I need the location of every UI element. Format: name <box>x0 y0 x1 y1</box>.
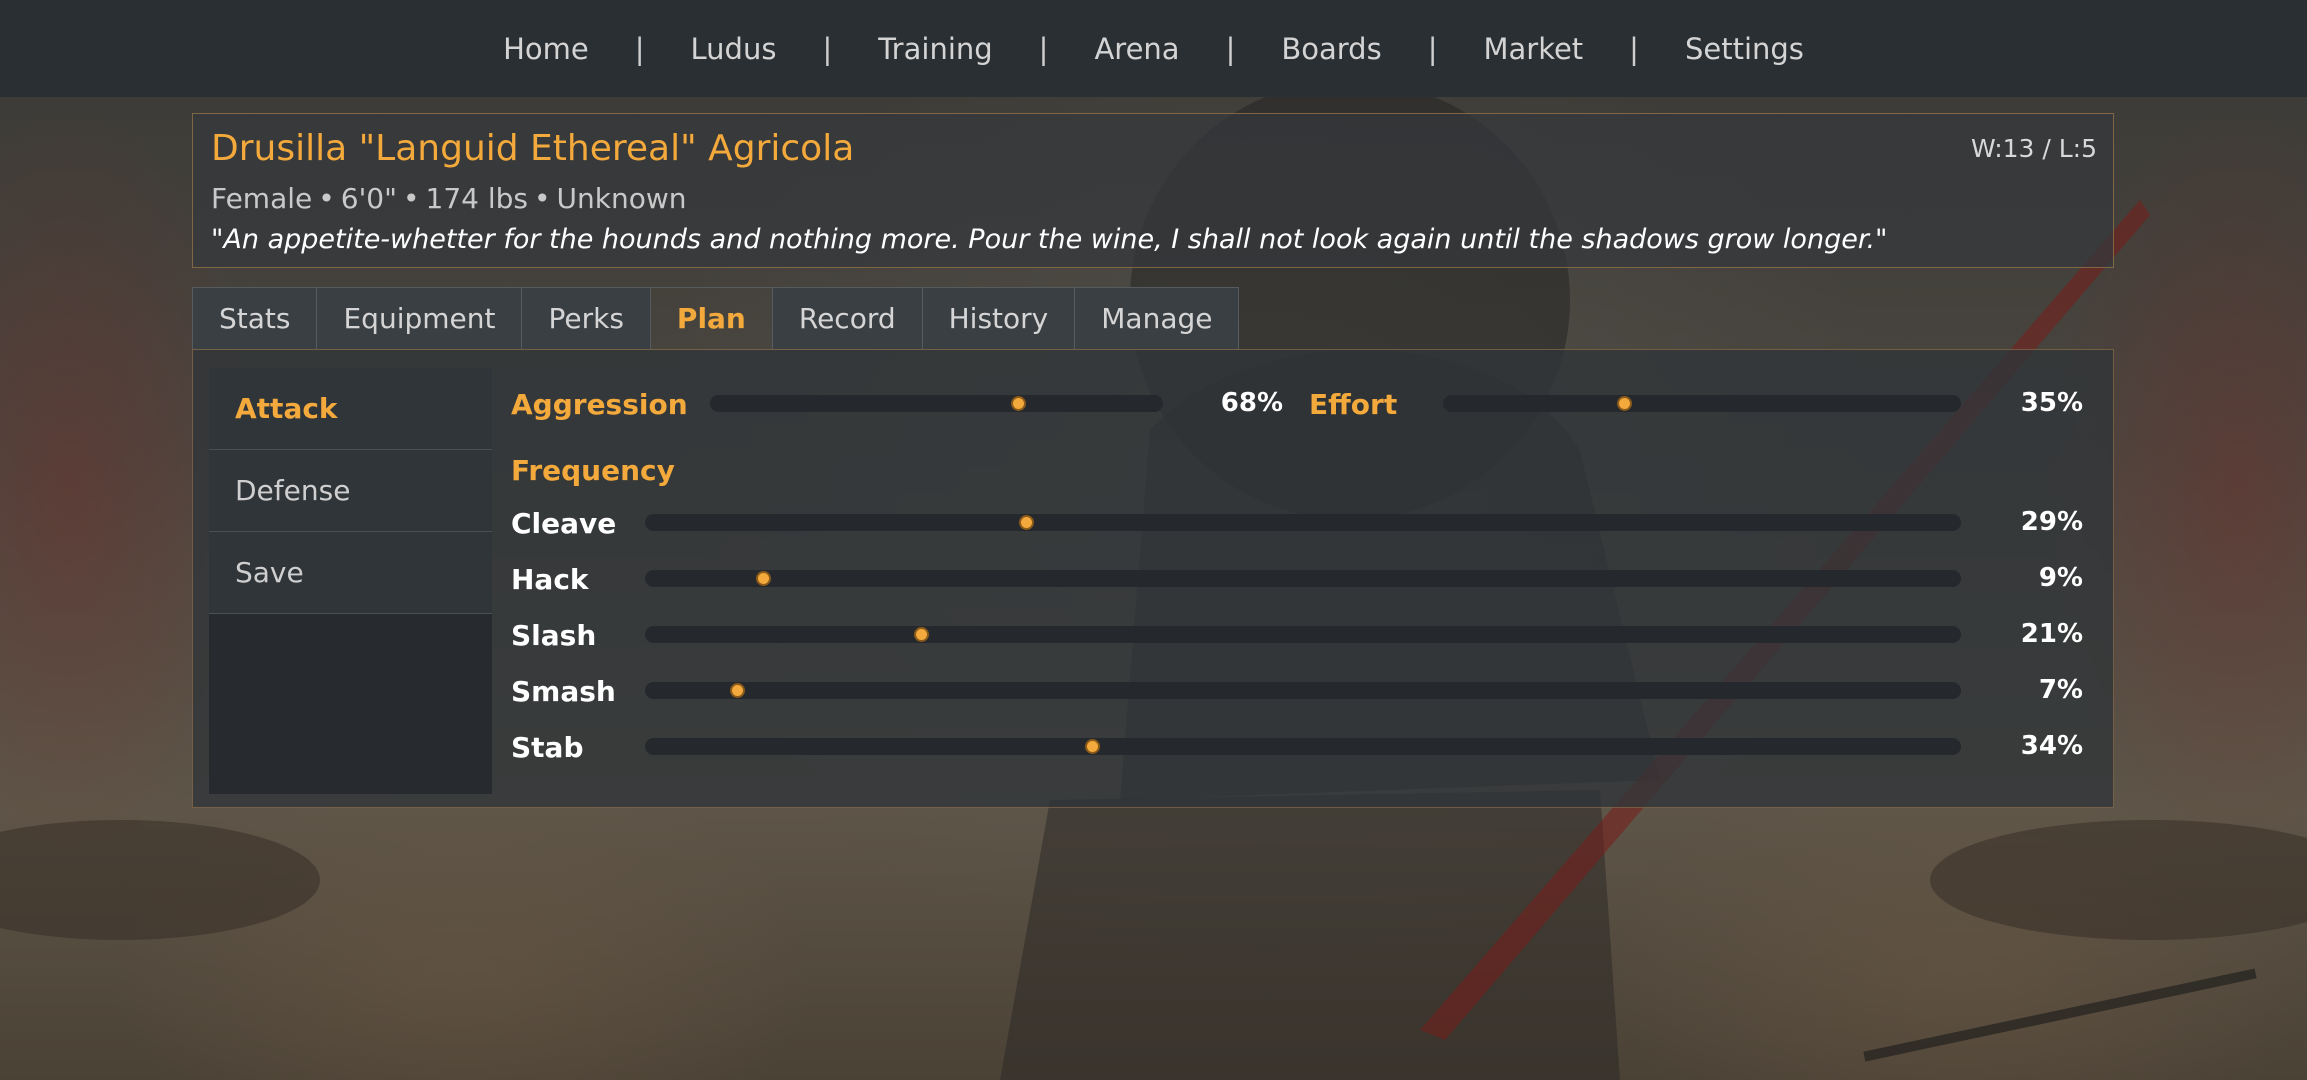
gladiator-tabs: Stats Equipment Perks Plan Record Histor… <box>192 287 1240 350</box>
cleave-slider[interactable] <box>645 514 1961 531</box>
top-navigation-bar: Home | Ludus | Training | Arena | Boards… <box>0 0 2307 97</box>
effort-slider[interactable] <box>1443 395 1961 412</box>
tab-history[interactable]: History <box>921 287 1075 350</box>
nav-home-link[interactable]: Home <box>457 32 635 66</box>
nav-settings-link[interactable]: Settings <box>1639 32 1850 66</box>
tab-plan[interactable]: Plan <box>649 287 772 350</box>
aggression-value: 68% <box>1220 388 1283 418</box>
nav-separator: | <box>1225 31 1236 66</box>
gladiator-header-card: Drusilla "Languid Ethereal" Agricola W:1… <box>192 113 2114 268</box>
gladiator-sex: Female <box>211 182 313 215</box>
nav-separator: | <box>1629 31 1639 66</box>
nav-arena-link[interactable]: Arena <box>1048 32 1225 66</box>
tab-stats[interactable]: Stats <box>192 287 317 350</box>
stab-value: 34% <box>2020 731 2083 761</box>
cleave-slider-thumb[interactable] <box>1019 515 1035 530</box>
hack-slider[interactable] <box>645 570 1961 587</box>
frequency-heading: Frequency <box>511 454 675 487</box>
meta-separator: • <box>402 182 420 215</box>
effort-slider-thumb[interactable] <box>1616 396 1632 411</box>
slash-value: 21% <box>2020 619 2083 649</box>
plan-menu-save[interactable]: Save <box>209 532 492 614</box>
gladiator-quote: "An appetite-whetter for the hounds and … <box>211 224 1888 255</box>
gladiator-origin: Unknown <box>556 182 687 215</box>
win-loss-record: W:13 / L:5 <box>1970 134 2097 163</box>
stab-slider-thumb[interactable] <box>1084 739 1100 754</box>
tab-equipment[interactable]: Equipment <box>316 287 522 350</box>
slash-slider-thumb[interactable] <box>913 627 929 642</box>
aggression-slider[interactable] <box>710 395 1163 412</box>
nav-boards-link[interactable]: Boards <box>1235 32 1427 66</box>
plan-menu-attack[interactable]: Attack <box>209 368 492 450</box>
meta-separator: • <box>318 182 335 215</box>
nav-training-link[interactable]: Training <box>832 32 1038 66</box>
tab-perks[interactable]: Perks <box>521 287 650 350</box>
aggression-label: Aggression <box>511 388 688 421</box>
gladiator-name: Drusilla "Languid Ethereal" Agricola <box>211 128 855 169</box>
aggression-slider-thumb[interactable] <box>1010 396 1026 411</box>
hack-slider-thumb[interactable] <box>755 571 771 586</box>
smash-value: 7% <box>2038 675 2083 705</box>
tab-record[interactable]: Record <box>771 287 922 350</box>
hack-label: Hack <box>511 563 589 596</box>
plan-sidebar: Attack Defense Save <box>209 368 492 794</box>
nav-separator: | <box>634 31 645 66</box>
nav-separator: | <box>1427 31 1438 66</box>
stab-slider[interactable] <box>645 738 1961 755</box>
hack-value: 9% <box>2038 563 2083 593</box>
plan-menu-defense[interactable]: Defense <box>209 450 492 532</box>
nav-separator: | <box>822 31 833 66</box>
gladiator-weight: 174 lbs <box>425 182 528 215</box>
effort-label: Effort <box>1309 388 1398 421</box>
smash-slider-thumb[interactable] <box>729 683 745 698</box>
smash-label: Smash <box>511 675 616 708</box>
gladiator-height: 6'0" <box>340 182 397 215</box>
nav-separator: | <box>1038 31 1049 66</box>
stab-label: Stab <box>511 731 584 764</box>
tab-manage[interactable]: Manage <box>1074 287 1240 350</box>
cleave-label: Cleave <box>511 507 617 540</box>
smash-slider[interactable] <box>645 682 1961 699</box>
slash-slider[interactable] <box>645 626 1961 643</box>
slash-label: Slash <box>511 619 597 652</box>
effort-value: 35% <box>2020 388 2083 418</box>
meta-separator: • <box>533 182 551 215</box>
plan-panel: Attack Defense Save Aggression 68% Effor… <box>192 349 2114 808</box>
nav-ludus-link[interactable]: Ludus <box>645 32 823 66</box>
gladiator-details: Female • 6'0" • 174 lbs • Unknown <box>211 182 686 215</box>
nav-market-link[interactable]: Market <box>1437 32 1629 66</box>
cleave-value: 29% <box>2020 507 2083 537</box>
